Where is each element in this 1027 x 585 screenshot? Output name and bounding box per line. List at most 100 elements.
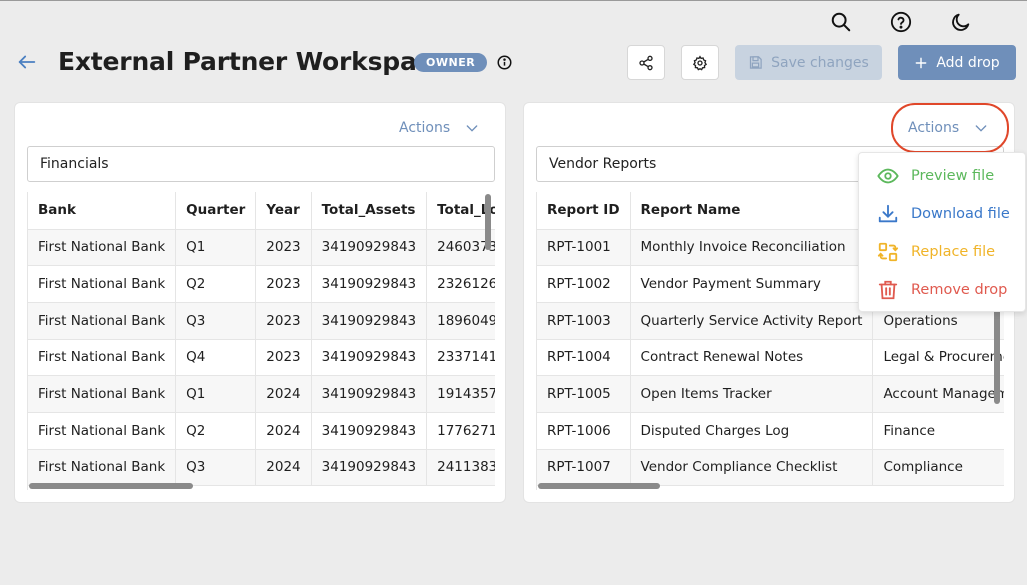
- table-row[interactable]: First National Bank Q2 2024 34190929843 1776…: [28, 412, 495, 450]
- table-cell: 2024: [255, 412, 312, 450]
- table-cell: Q4: [175, 339, 257, 377]
- table-row[interactable]: First National Bank Q1 2024 34190929843 1914…: [28, 375, 495, 413]
- table-row[interactable]: RPT-1007 Vendor Compliance Checklist Compl…: [537, 449, 1004, 487]
- table-cell: RPT-1003: [537, 302, 631, 340]
- column-header[interactable]: Report Name: [630, 192, 874, 230]
- horizontal-scrollbar[interactable]: [538, 483, 660, 489]
- share-button[interactable]: [627, 45, 665, 80]
- table-cell: First National Bank: [28, 265, 177, 303]
- table-cell: 189604943: [426, 302, 495, 340]
- column-header[interactable]: Quarter: [175, 192, 257, 230]
- save-changes-label: Save changes: [771, 54, 869, 71]
- menu-item-label: Download file: [911, 206, 1010, 222]
- table-cell: First National Bank: [28, 229, 177, 267]
- add-drop-button[interactable]: Add drop: [898, 45, 1016, 80]
- table-cell: RPT-1005: [537, 375, 631, 413]
- settings-button[interactable]: [681, 45, 719, 80]
- actions-dropdown-right[interactable]: Actions: [908, 120, 989, 136]
- menu-item-replace-file[interactable]: Replace file: [859, 233, 1025, 271]
- menu-item-remove-drop[interactable]: Remove drop: [859, 271, 1025, 309]
- table-cell: Quarterly Service Activity Report: [630, 302, 874, 340]
- table-cell: Legal & Procurement: [872, 339, 1004, 377]
- table-cell: 2024: [255, 375, 312, 413]
- table-row[interactable]: RPT-1005 Open Items Tracker Account Manage…: [537, 375, 1004, 413]
- help-circle-icon: [890, 11, 912, 33]
- table-cell: 2024: [255, 449, 312, 487]
- menu-item-label: Remove drop: [911, 282, 1008, 298]
- chevron-down-icon: [975, 125, 987, 132]
- table-cell: 177627172: [426, 412, 495, 450]
- table-cell: RPT-1006: [537, 412, 631, 450]
- drop-select-left[interactable]: Financials: [27, 146, 495, 182]
- table-cell: First National Bank: [28, 412, 177, 450]
- eye-icon: [877, 168, 899, 184]
- horizontal-scrollbar[interactable]: [29, 483, 193, 489]
- top-utility-bar: [821, 9, 981, 35]
- actions-menu: Preview file Download file Replace file …: [858, 152, 1026, 312]
- save-changes-button[interactable]: Save changes: [735, 45, 882, 80]
- menu-item-label: Replace file: [911, 244, 996, 260]
- table-cell: 34190929843: [311, 412, 428, 450]
- table-cell: 34190929843: [311, 229, 428, 267]
- column-header[interactable]: Report ID: [537, 192, 631, 230]
- table-cell: Open Items Tracker: [630, 375, 874, 413]
- table-cell: 34190929843: [311, 302, 428, 340]
- search-button[interactable]: [821, 9, 861, 35]
- vertical-scrollbar[interactable]: [994, 308, 1000, 404]
- menu-item-preview-file[interactable]: Preview file: [859, 157, 1025, 195]
- chevron-down-icon: [466, 125, 478, 132]
- theme-toggle-button[interactable]: [941, 9, 981, 35]
- table-cell: 34190929843: [311, 449, 428, 487]
- table-row[interactable]: First National Bank Q4 2023 34190929843 2337…: [28, 339, 495, 377]
- table-cell: Q2: [175, 265, 257, 303]
- column-header[interactable]: Total_Assets: [311, 192, 428, 230]
- page-title: External Partner Workspace: [58, 47, 449, 76]
- table-cell: Vendor Compliance Checklist: [630, 449, 874, 487]
- table-row[interactable]: RPT-1004 Contract Renewal Notes Legal & Pr…: [537, 339, 1004, 377]
- table-cell: 232612692: [426, 265, 495, 303]
- table-row[interactable]: First National Bank Q3 2023 34190929843 1896…: [28, 302, 495, 340]
- gear-icon: [692, 54, 708, 70]
- table-cell: 2023: [255, 265, 312, 303]
- floppy-disk-icon: [750, 56, 762, 69]
- table-cell: Disputed Charges Log: [630, 412, 874, 450]
- table-cell: Finance: [872, 412, 1004, 450]
- table-cell: Q3: [175, 449, 257, 487]
- table-cell: Compliance: [872, 449, 1004, 487]
- trash-icon: [878, 280, 898, 300]
- column-header[interactable]: Year: [255, 192, 312, 230]
- table-row[interactable]: RPT-1006 Disputed Charges Log Finance: [537, 412, 1004, 450]
- table-cell: RPT-1002: [537, 265, 631, 303]
- table-cell: 34190929843: [311, 265, 428, 303]
- table-cell: 34190929843: [311, 375, 428, 413]
- table-row[interactable]: First National Bank Q1 2023 34190929843 2460…: [28, 229, 495, 267]
- actions-label: Actions: [908, 120, 960, 136]
- arrow-left-icon[interactable]: [16, 51, 38, 73]
- table-row[interactable]: First National Bank Q2 2023 34190929843 2326…: [28, 265, 495, 303]
- moon-icon: [952, 13, 970, 31]
- menu-item-label: Preview file: [911, 168, 995, 184]
- add-drop-label: Add drop: [936, 54, 1000, 71]
- table-cell: RPT-1004: [537, 339, 631, 377]
- financials-panel: Actions Financials Bank Quarter Year Tot…: [14, 102, 506, 503]
- menu-item-download-file[interactable]: Download file: [859, 195, 1025, 233]
- table-cell: Q1: [175, 375, 257, 413]
- help-button[interactable]: [881, 9, 921, 35]
- table-cell: First National Bank: [28, 339, 177, 377]
- share-icon: [639, 55, 653, 70]
- table-cell: 34190929843: [311, 339, 428, 377]
- table-cell: Monthly Invoice Reconciliation: [630, 229, 874, 267]
- table-row[interactable]: First National Bank Q3 2024 34190929843 2411…: [28, 449, 495, 487]
- table-cell: Vendor Payment Summary: [630, 265, 874, 303]
- table-cell: 2023: [255, 229, 312, 267]
- search-icon: [831, 12, 851, 32]
- column-header[interactable]: Bank: [28, 192, 177, 230]
- table-cell: 191435746: [426, 375, 495, 413]
- table-cell: 2023: [255, 339, 312, 377]
- table-cell: Q3: [175, 302, 257, 340]
- actions-dropdown-left[interactable]: Actions: [399, 120, 480, 136]
- swap-icon: [877, 242, 899, 262]
- vertical-scrollbar[interactable]: [485, 194, 491, 250]
- info-icon[interactable]: [497, 55, 512, 70]
- download-icon: [878, 204, 898, 223]
